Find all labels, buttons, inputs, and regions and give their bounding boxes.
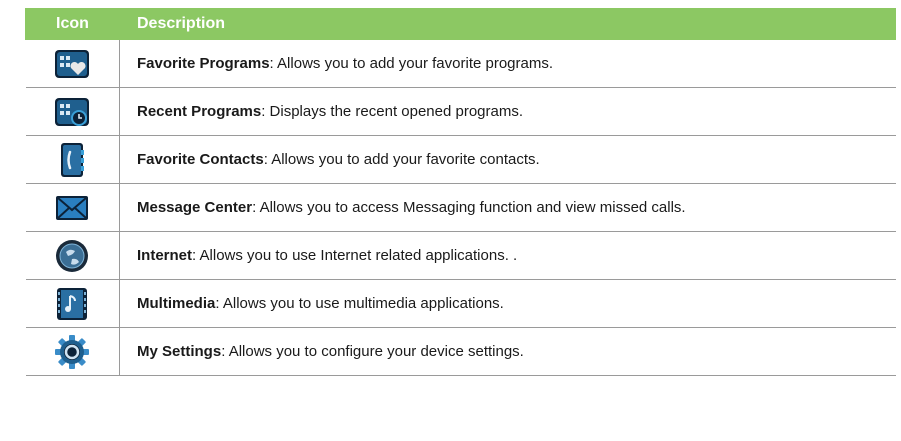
row-text: : Allows you to access Messaging functio… — [252, 199, 686, 216]
table-row: Favorite Contacts: Allows you to add you… — [25, 135, 896, 184]
row-title: Favorite Programs — [137, 55, 270, 72]
message-center-icon — [54, 190, 90, 226]
table-header-row: Icon Description — [25, 8, 896, 40]
row-text: : Allows you to add your favorite contac… — [263, 151, 540, 168]
row-title: Internet — [137, 247, 193, 264]
favorite-programs-icon — [54, 46, 90, 82]
table-row: Message Center: Allows you to access Mes… — [25, 183, 896, 232]
row-title: Recent Programs — [137, 103, 262, 120]
features-table: Icon Description Favorite Programs: Allo… — [25, 8, 896, 376]
row-text: : Allows you to use Internet related app… — [192, 247, 518, 264]
internet-icon — [54, 238, 90, 274]
features-table-wrapper: Icon Description Favorite Programs: Allo… — [25, 8, 896, 376]
row-text: : Allows you to add your favorite progra… — [269, 55, 554, 72]
my-settings-icon — [54, 334, 90, 370]
row-title: My Settings — [137, 343, 222, 360]
icon-column-header: Icon — [25, 8, 120, 40]
table-row: Recent Programs: Displays the recent ope… — [25, 87, 896, 136]
multimedia-icon — [54, 286, 90, 322]
table-row: Multimedia: Allows you to use multimedia… — [25, 279, 896, 328]
table-row: Favorite Programs: Allows you to add you… — [25, 39, 896, 88]
row-title: Message Center — [137, 199, 253, 216]
row-text: : Allows you to use multimedia applicati… — [215, 295, 504, 312]
table-row: Internet: Allows you to use Internet rel… — [25, 231, 896, 280]
row-text: : Allows you to configure your device se… — [221, 343, 524, 360]
table-row: My Settings: Allows you to configure you… — [25, 327, 896, 376]
description-column-header: Description — [119, 8, 896, 40]
recent-programs-icon — [54, 94, 90, 130]
row-text: : Displays the recent opened programs. — [261, 103, 524, 120]
row-title: Multimedia — [137, 295, 216, 312]
row-title: Favorite Contacts — [137, 151, 264, 168]
favorite-contacts-icon — [54, 142, 90, 178]
